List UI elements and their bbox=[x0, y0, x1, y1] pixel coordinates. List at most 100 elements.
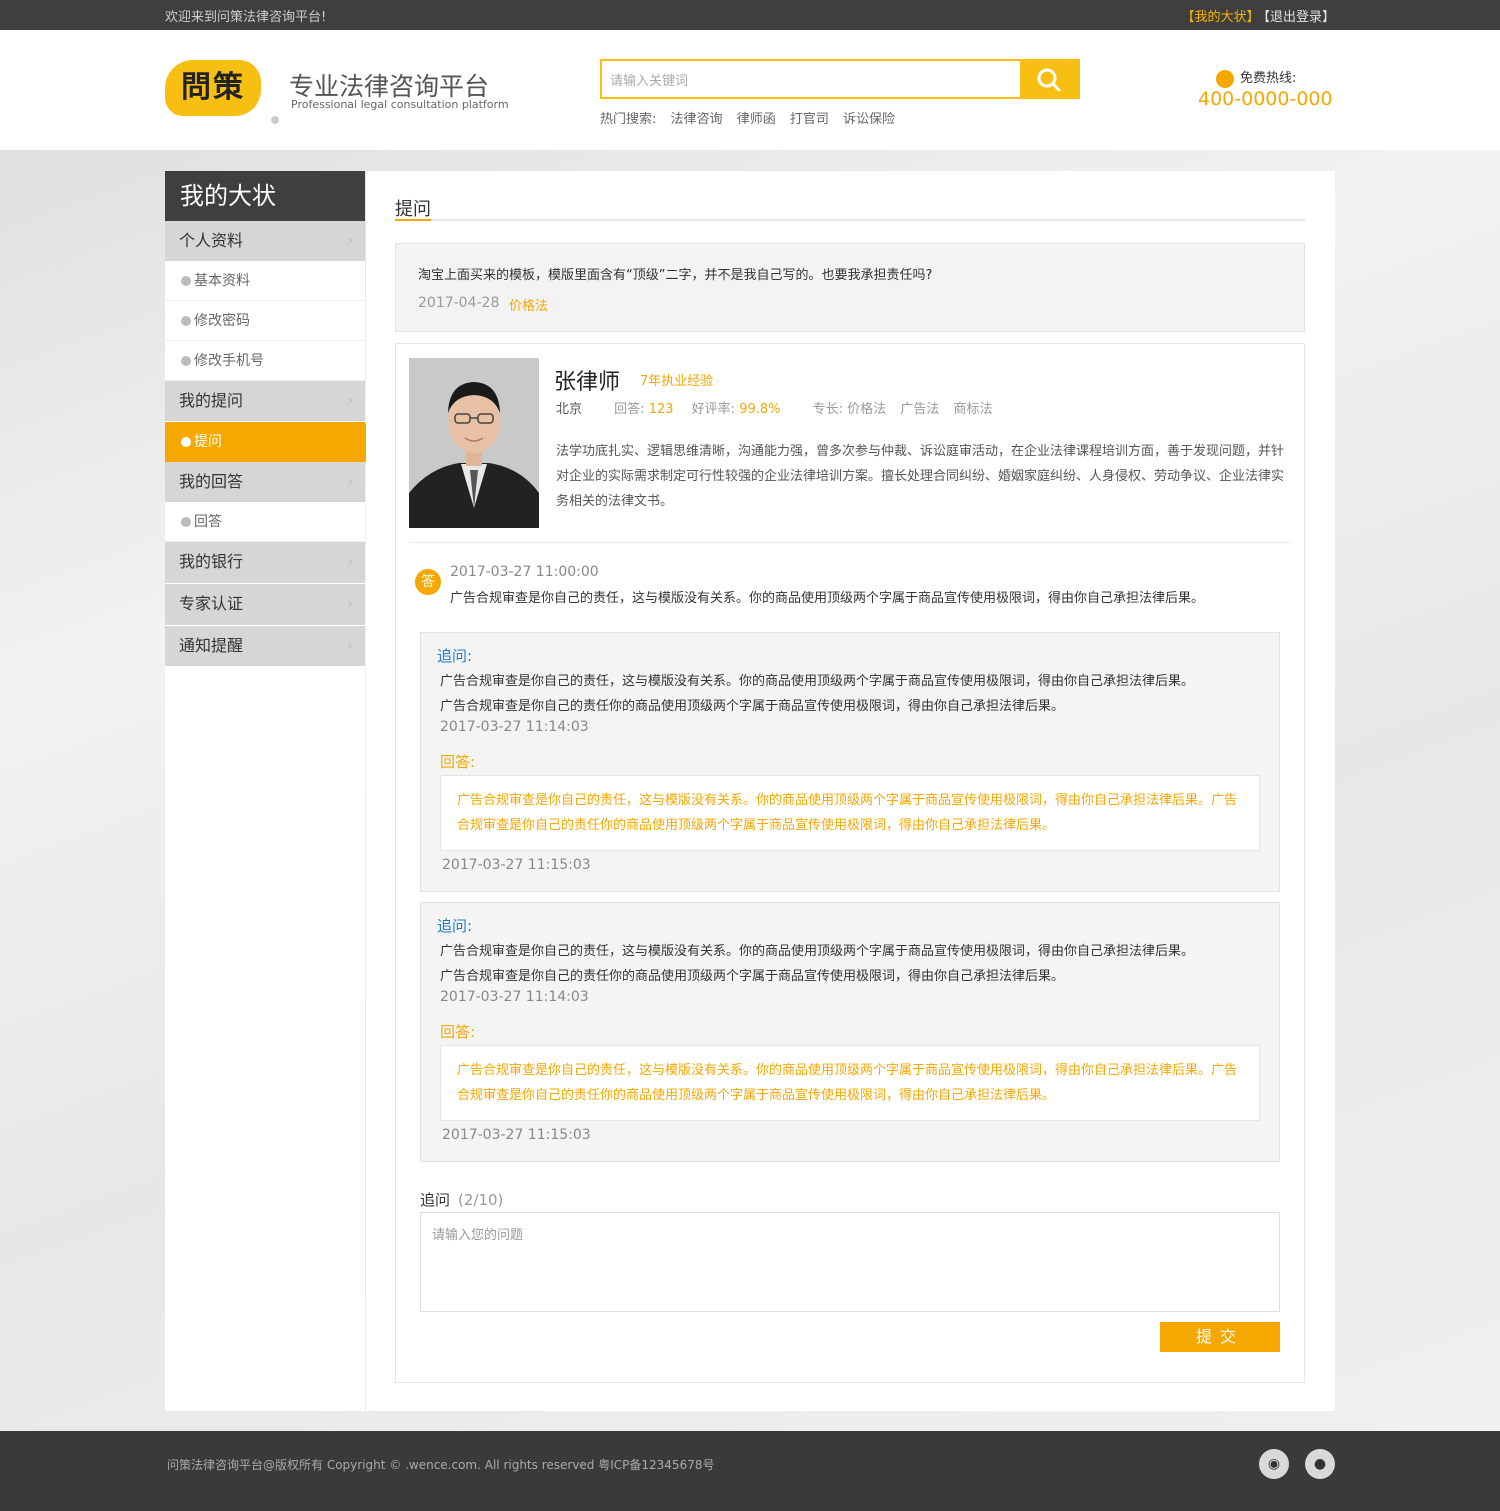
specialty-item: 商标法 bbox=[953, 402, 993, 417]
top-bar: 欢迎来到问策法律咨询平台! 【我的大状】 【退出登录】 bbox=[0, 0, 1500, 30]
submit-button[interactable]: 提交 bbox=[1160, 1322, 1280, 1352]
main-content: 提问 淘宝上面买来的模板，模版里面含有“顶级”二字，并不是我自己写的。也要我承担… bbox=[366, 171, 1335, 1411]
chevron-right-icon: › bbox=[347, 638, 353, 654]
sidebar-sub-change-password[interactable]: 修改密码 bbox=[165, 301, 365, 341]
followup-count: (2/10) bbox=[458, 1191, 504, 1209]
hot-search-item[interactable]: 打官司 bbox=[790, 112, 829, 127]
chevron-right-icon: › bbox=[347, 474, 353, 490]
reply-label: 回答: bbox=[440, 753, 476, 771]
hotline-number: 400-0000-000 bbox=[1198, 88, 1333, 110]
followup-text: 广告合规审查是你自己的责任你的商品使用顶级两个字属于商品宣传使用极限词，得由你自… bbox=[440, 699, 1065, 714]
page-title: 提问 bbox=[395, 199, 431, 220]
followup-date: 2017-03-27 11:14:03 bbox=[440, 719, 589, 735]
lawyer-photo bbox=[409, 358, 539, 528]
welcome-text: 欢迎来到问策法律咨询平台! bbox=[165, 10, 327, 25]
hot-search-label: 热门搜索: bbox=[600, 112, 657, 127]
answer-text: 广告合规审查是你自己的责任，这与模版没有关系。你的商品使用顶级两个字属于商品宣传… bbox=[450, 591, 1205, 606]
answers-label: 回答: bbox=[614, 402, 645, 417]
followup-block: 追问: 广告合规审查是你自己的责任，这与模版没有关系。你的商品使用顶级两个字属于… bbox=[420, 902, 1280, 1162]
answer-badge-icon: 答 bbox=[415, 569, 441, 595]
bullet-icon bbox=[181, 316, 191, 326]
my-account-link[interactable]: 【我的大状】 bbox=[1181, 10, 1259, 25]
followup-text: 广告合规审查是你自己的责任，这与模版没有关系。你的商品使用顶级两个字属于商品宣传… bbox=[440, 674, 1195, 689]
site-header: 問策 专业法律咨询平台 Professional legal consultat… bbox=[0, 30, 1500, 150]
reply-label: 回答: bbox=[440, 1023, 476, 1041]
sidebar-item-my-answers[interactable]: 我的回答 › bbox=[165, 462, 365, 502]
specialty-item: 价格法 bbox=[847, 402, 887, 417]
chevron-right-icon: › bbox=[347, 554, 353, 570]
lawyer-meta: 北京 回答: 123 好评率: 99.8% 专长: 价格法 广告法 商标法 bbox=[556, 398, 993, 417]
followup-label: 追问: bbox=[437, 917, 473, 935]
answer-panel: 张律师 7年执业经验 北京 回答: 123 好评率: 99.8% 专长: 价格法… bbox=[395, 343, 1305, 1383]
bullet-icon bbox=[181, 517, 191, 527]
hot-search-item[interactable]: 律师函 bbox=[737, 112, 776, 127]
chevron-right-icon: › bbox=[347, 596, 353, 612]
chevron-right-icon: › bbox=[347, 233, 353, 249]
lawyer-description: 法学功底扎实、逻辑思维清晰，沟通能力强，曾多次参与仲裁、诉讼庭审活动，在企业法律… bbox=[556, 444, 1285, 509]
sidebar-sub-change-phone[interactable]: 修改手机号 bbox=[165, 341, 365, 381]
top-links: 【我的大状】 【退出登录】 bbox=[1181, 6, 1335, 25]
followup-ask-label: 追问 (2/10) bbox=[420, 1191, 504, 1209]
search-input[interactable]: 请输入关键词 bbox=[610, 70, 688, 89]
search-box: 请输入关键词 bbox=[600, 59, 1080, 99]
question-text: 淘宝上面买来的模板，模版里面含有“顶级”二字，并不是我自己写的。也要我承担责任吗… bbox=[418, 268, 933, 283]
phone-icon bbox=[1216, 69, 1234, 88]
followup-text: 广告合规审查是你自己的责任你的商品使用顶级两个字属于商品宣传使用极限词，得由你自… bbox=[440, 969, 1065, 984]
reply-date: 2017-03-27 11:15:03 bbox=[442, 857, 591, 873]
chevron-right-icon: › bbox=[347, 393, 353, 409]
sidebar-title: 我的大状 bbox=[165, 171, 365, 221]
sidebar-item-my-questions[interactable]: 我的提问 › bbox=[165, 381, 365, 421]
lawyer-city: 北京 bbox=[556, 402, 583, 417]
dotted-divider bbox=[409, 542, 1291, 543]
followup-text: 广告合规审查是你自己的责任，这与模版没有关系。你的商品使用顶级两个字属于商品宣传… bbox=[440, 944, 1195, 959]
site-footer: 问策法律咨询平台@版权所有 Copyright © .wence.com. Al… bbox=[0, 1431, 1500, 1511]
copyright-text: 问策法律咨询平台@版权所有 Copyright © .wence.com. Al… bbox=[167, 1458, 715, 1472]
sidebar-item-expert-cert[interactable]: 专家认证 › bbox=[165, 584, 365, 625]
specialty-label: 专长: bbox=[812, 402, 844, 417]
answer-date: 2017-03-27 11:00:00 bbox=[450, 564, 599, 580]
question-date: 2017-04-28 bbox=[418, 295, 500, 311]
reply-text: 广告合规审查是你自己的责任，这与模版没有关系。你的商品使用顶级两个字属于商品宣传… bbox=[440, 775, 1260, 851]
title-accent bbox=[395, 219, 431, 221]
sidebar: 我的大状 个人资料 › 基本资料 修改密码 修改手机号 我的提问 › 提问 我的… bbox=[165, 171, 375, 1411]
lawyer-experience: 7年执业经验 bbox=[640, 374, 714, 389]
bullet-icon bbox=[181, 356, 191, 366]
sidebar-sub-answer[interactable]: 回答 bbox=[165, 502, 365, 542]
hot-search-item[interactable]: 法律咨询 bbox=[671, 112, 723, 127]
slogan-english: Professional legal consultation platform bbox=[291, 98, 509, 111]
logo-text: 問策 bbox=[181, 70, 245, 105]
logo-separator-dot bbox=[271, 116, 279, 124]
lawyer-name: 张律师 bbox=[554, 370, 621, 395]
followup-block: 追问: 广告合规审查是你自己的责任，这与模版没有关系。你的商品使用顶级两个字属于… bbox=[420, 632, 1280, 892]
sidebar-item-my-bank[interactable]: 我的银行 › bbox=[165, 542, 365, 583]
wechat-icon[interactable]: ● bbox=[1305, 1449, 1335, 1479]
reply-text: 广告合规审查是你自己的责任，这与模版没有关系。你的商品使用顶级两个字属于商品宣传… bbox=[440, 1045, 1260, 1121]
question-box: 淘宝上面买来的模板，模版里面含有“顶级”二字，并不是我自己写的。也要我承担责任吗… bbox=[395, 243, 1305, 332]
answers-count: 123 bbox=[648, 402, 674, 417]
rating-value: 99.8% bbox=[739, 402, 781, 417]
search-icon bbox=[1037, 68, 1061, 92]
bullet-icon bbox=[181, 276, 191, 286]
reply-date: 2017-03-27 11:15:03 bbox=[442, 1127, 591, 1143]
sidebar-item-profile[interactable]: 个人资料 › bbox=[165, 221, 365, 261]
question-tag[interactable]: 价格法 bbox=[509, 295, 548, 314]
followup-textarea[interactable]: 请输入您的问题 bbox=[420, 1212, 1280, 1312]
logout-link[interactable]: 【退出登录】 bbox=[1263, 10, 1335, 25]
sidebar-sub-basic-info[interactable]: 基本资料 bbox=[165, 261, 365, 301]
followup-date: 2017-03-27 11:14:03 bbox=[440, 989, 589, 1005]
sidebar-item-notifications[interactable]: 通知提醒 › bbox=[165, 626, 365, 666]
bullet-icon bbox=[181, 437, 191, 447]
rating-label: 好评率: bbox=[691, 402, 736, 417]
search-button[interactable] bbox=[1020, 61, 1078, 97]
followup-label: 追问: bbox=[437, 647, 473, 665]
weibo-icon[interactable]: ◉ bbox=[1259, 1449, 1289, 1479]
hot-searches: 热门搜索: 法律咨询 律师函 打官司 诉讼保险 bbox=[600, 108, 905, 127]
textarea-placeholder: 请输入您的问题 bbox=[432, 1228, 524, 1243]
hotline-label: 免费热线: bbox=[1216, 67, 1296, 88]
title-divider bbox=[395, 219, 1305, 221]
specialty-item: 广告法 bbox=[900, 402, 940, 417]
lawyer-portrait-image bbox=[409, 358, 539, 528]
hot-search-item[interactable]: 诉讼保险 bbox=[843, 112, 895, 127]
site-logo[interactable]: 問策 bbox=[165, 60, 261, 116]
sidebar-sub-ask-active[interactable]: 提问 bbox=[165, 422, 375, 462]
